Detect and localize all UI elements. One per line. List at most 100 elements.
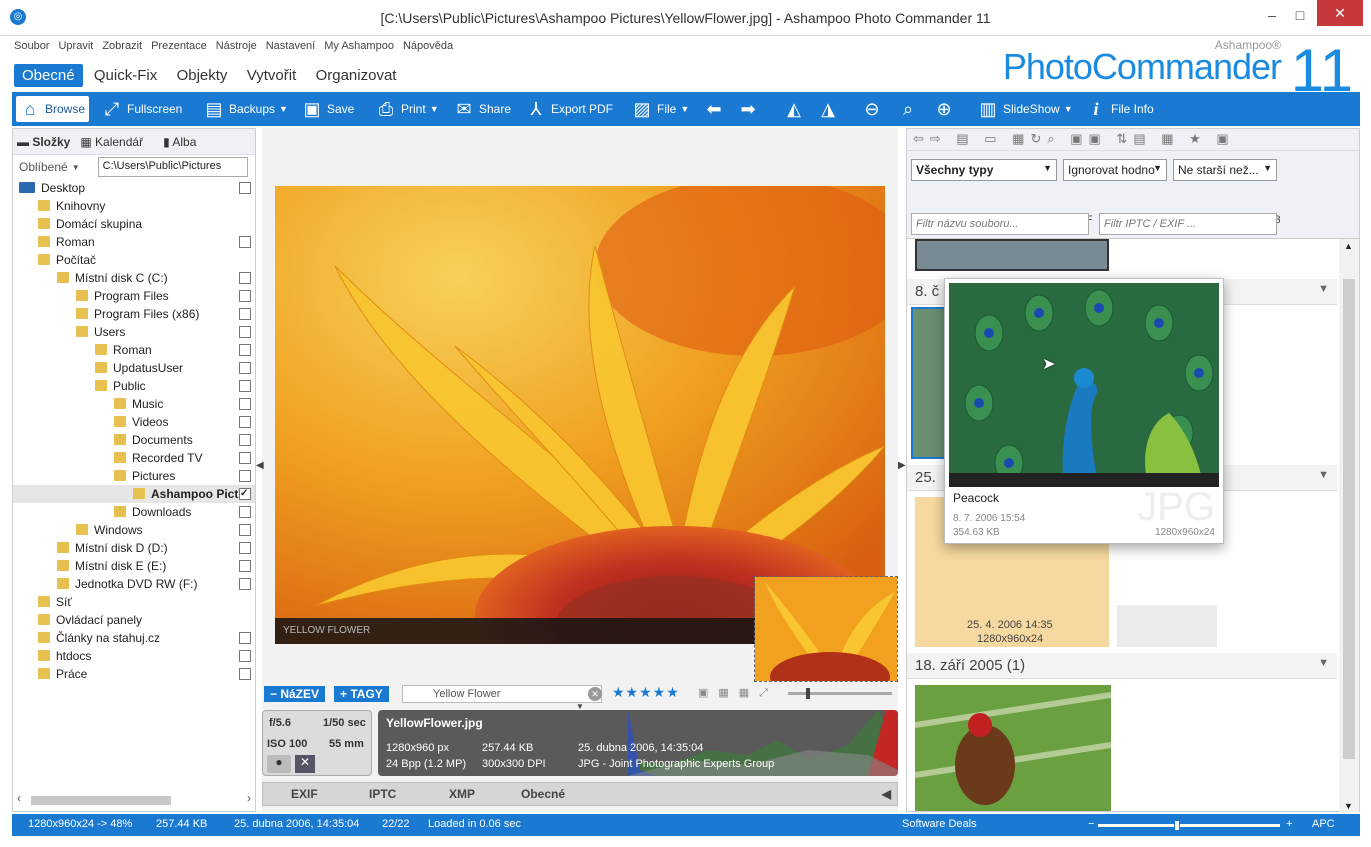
zoom-fit-button[interactable]: ⌕ <box>898 96 923 122</box>
tree-checkbox[interactable] <box>239 668 251 680</box>
status-zoom-slider[interactable] <box>1098 820 1280 831</box>
close-button[interactable]: ✕ <box>1317 0 1363 26</box>
tree-checkbox[interactable] <box>239 362 251 374</box>
menu-upravit[interactable]: Upravit <box>58 40 93 52</box>
tree-item[interactable]: Windows <box>13 521 255 539</box>
tree-item[interactable]: Roman <box>13 341 255 359</box>
tree-item[interactable]: Jednotka DVD RW (F:) <box>13 575 255 593</box>
share-button[interactable]: ✉ Share <box>454 96 511 122</box>
tree-item[interactable]: Ovládací panely <box>13 611 255 629</box>
menu-nastroje[interactable]: Nástroje <box>216 40 257 52</box>
tree-checkbox[interactable] <box>239 236 251 248</box>
thumb-partial[interactable] <box>915 239 1109 271</box>
tree-item[interactable]: Práce <box>13 665 255 683</box>
tab-obecne-meta[interactable]: Obecné <box>521 787 565 801</box>
zoom-out-button[interactable]: ⊖ <box>862 96 887 122</box>
tree-checkbox[interactable]: ✓ <box>239 488 251 500</box>
collapse-right-handle[interactable]: ▶ <box>898 460 906 471</box>
iptc-filter[interactable]: Filtr IPTC / EXIF ... <box>1099 213 1277 235</box>
fullscreen-button[interactable]: ⤢ Fullscreen <box>102 96 183 122</box>
menu-my-ashampoo[interactable]: My Ashampoo <box>324 40 394 52</box>
zoom-slider[interactable] <box>788 688 892 699</box>
slideshow-button[interactable]: ▥ SlideShow ▼ <box>978 96 1072 122</box>
backups-button[interactable]: ▤ Backups ▼ <box>204 96 287 122</box>
name-field[interactable]: Yellow Flower <box>402 685 602 703</box>
browse-button[interactable]: ⌂ Browse <box>16 96 90 122</box>
maximize-button[interactable]: □ <box>1287 6 1313 24</box>
tree-item[interactable]: Články na stahuj.cz <box>13 629 255 647</box>
tree-item[interactable]: Desktop <box>13 179 255 197</box>
tree-item[interactable]: Recorded TV <box>13 449 255 467</box>
tree-item[interactable]: Pictures <box>13 467 255 485</box>
tree-checkbox[interactable] <box>239 470 251 482</box>
tree-item[interactable]: Roman <box>13 233 255 251</box>
tree-item[interactable]: Počítač <box>13 251 255 269</box>
tab-slozky[interactable]: ▬ Složky <box>17 135 70 149</box>
tree-item[interactable]: Místní disk D (D:) <box>13 539 255 557</box>
collapse-left-handle[interactable]: ◀ <box>256 460 264 471</box>
group-header-3[interactable]: 18. září 2005 (1) ▼ <box>907 653 1337 679</box>
file-button[interactable]: ▨ File ▼ <box>632 96 689 122</box>
tree-item[interactable]: Downloads <box>13 503 255 521</box>
tab-xmp[interactable]: XMP <box>449 787 475 801</box>
name-tab[interactable]: − NáZEV <box>264 686 326 702</box>
tree-item[interactable]: Síť <box>13 593 255 611</box>
print-button[interactable]: ⎙ Print ▼ <box>376 96 439 122</box>
save-button[interactable]: ▣ Save <box>302 96 354 122</box>
tree-item[interactable]: Místní disk C (C:) <box>13 269 255 287</box>
software-deals-link[interactable]: Software Deals <box>902 818 977 830</box>
tab-exif[interactable]: EXIF <box>291 787 318 801</box>
tree-checkbox[interactable] <box>239 650 251 662</box>
drag-thumbnail[interactable] <box>754 576 898 682</box>
tree-checkbox[interactable] <box>239 398 251 410</box>
tree-checkbox[interactable] <box>239 578 251 590</box>
browser-toolbar[interactable]: ⇦⇨ ▤ ▭ ▦↻⌕ ▣▣ ⇅▤ ▦ ★ ▣ <box>907 129 1359 151</box>
menu-prezentace[interactable]: Prezentace <box>151 40 207 52</box>
tree-checkbox[interactable] <box>239 416 251 428</box>
menu-soubor[interactable]: Soubor <box>14 40 49 52</box>
case-dropdown[interactable]: Ignorovat hodno ▼ <box>1063 159 1167 181</box>
tree-checkbox[interactable] <box>239 380 251 392</box>
rating-stars[interactable]: ★★★★★ <box>612 684 680 701</box>
view-mode-icons[interactable]: ▣▦▦⤢ <box>698 686 778 700</box>
tree-item[interactable]: htdocs <box>13 647 255 665</box>
tree-item[interactable]: Program Files <box>13 287 255 305</box>
zoom-in-button[interactable]: ⊕ <box>934 96 959 122</box>
collapse-meta-icon[interactable]: ◀ <box>882 787 891 801</box>
tab-vytvorit[interactable]: Vytvořit <box>239 64 304 87</box>
tree-checkbox[interactable] <box>239 524 251 536</box>
tree-checkbox[interactable] <box>239 560 251 572</box>
tree-item[interactable]: UpdatusUser <box>13 359 255 377</box>
rotate-right-button[interactable]: ◮ <box>818 96 843 122</box>
tree-checkbox[interactable] <box>239 272 251 284</box>
menu-zobrazit[interactable]: Zobrazit <box>102 40 142 52</box>
tree-item[interactable]: Music <box>13 395 255 413</box>
vertical-scrollbar[interactable]: ▲ ▼ <box>1339 239 1359 813</box>
filename-filter[interactable]: Filtr názvu souboru... <box>911 213 1089 235</box>
tab-quick-fix[interactable]: Quick-Fix <box>86 64 165 87</box>
prev-button[interactable]: ⬅ <box>704 96 729 122</box>
thumb-chicken[interactable] <box>915 685 1111 811</box>
tree-item[interactable]: Program Files (x86) <box>13 305 255 323</box>
thumb-selected[interactable] <box>911 307 947 459</box>
tree-item[interactable]: Public <box>13 377 255 395</box>
tree-checkbox[interactable] <box>239 290 251 302</box>
status-zoom-out[interactable]: − <box>1088 818 1094 830</box>
tree-item[interactable]: Místní disk E (E:) <box>13 557 255 575</box>
clear-name-icon[interactable]: ✕ <box>588 687 602 701</box>
tab-alba[interactable]: ▮ Alba <box>163 135 206 149</box>
path-field[interactable]: C:\Users\Public\Pictures <box>97 157 248 177</box>
tab-objekty[interactable]: Objekty <box>169 64 236 87</box>
menu-nastaveni[interactable]: Nastavení <box>266 40 316 52</box>
tree-checkbox[interactable] <box>239 308 251 320</box>
favorites-dropdown[interactable]: Oblíbené <box>19 160 68 174</box>
file-info-button[interactable]: i File Info <box>1086 96 1153 122</box>
tree-checkbox[interactable] <box>239 344 251 356</box>
tree-checkbox[interactable] <box>239 326 251 338</box>
tab-kalendar[interactable]: ▦ Kalendář <box>80 135 153 149</box>
tree-item[interactable]: Knihovny <box>13 197 255 215</box>
menu-napoveda[interactable]: Nápověda <box>403 40 453 52</box>
tree-checkbox[interactable] <box>239 542 251 554</box>
tree-checkbox[interactable] <box>239 182 251 194</box>
tree-item[interactable]: Documents <box>13 431 255 449</box>
